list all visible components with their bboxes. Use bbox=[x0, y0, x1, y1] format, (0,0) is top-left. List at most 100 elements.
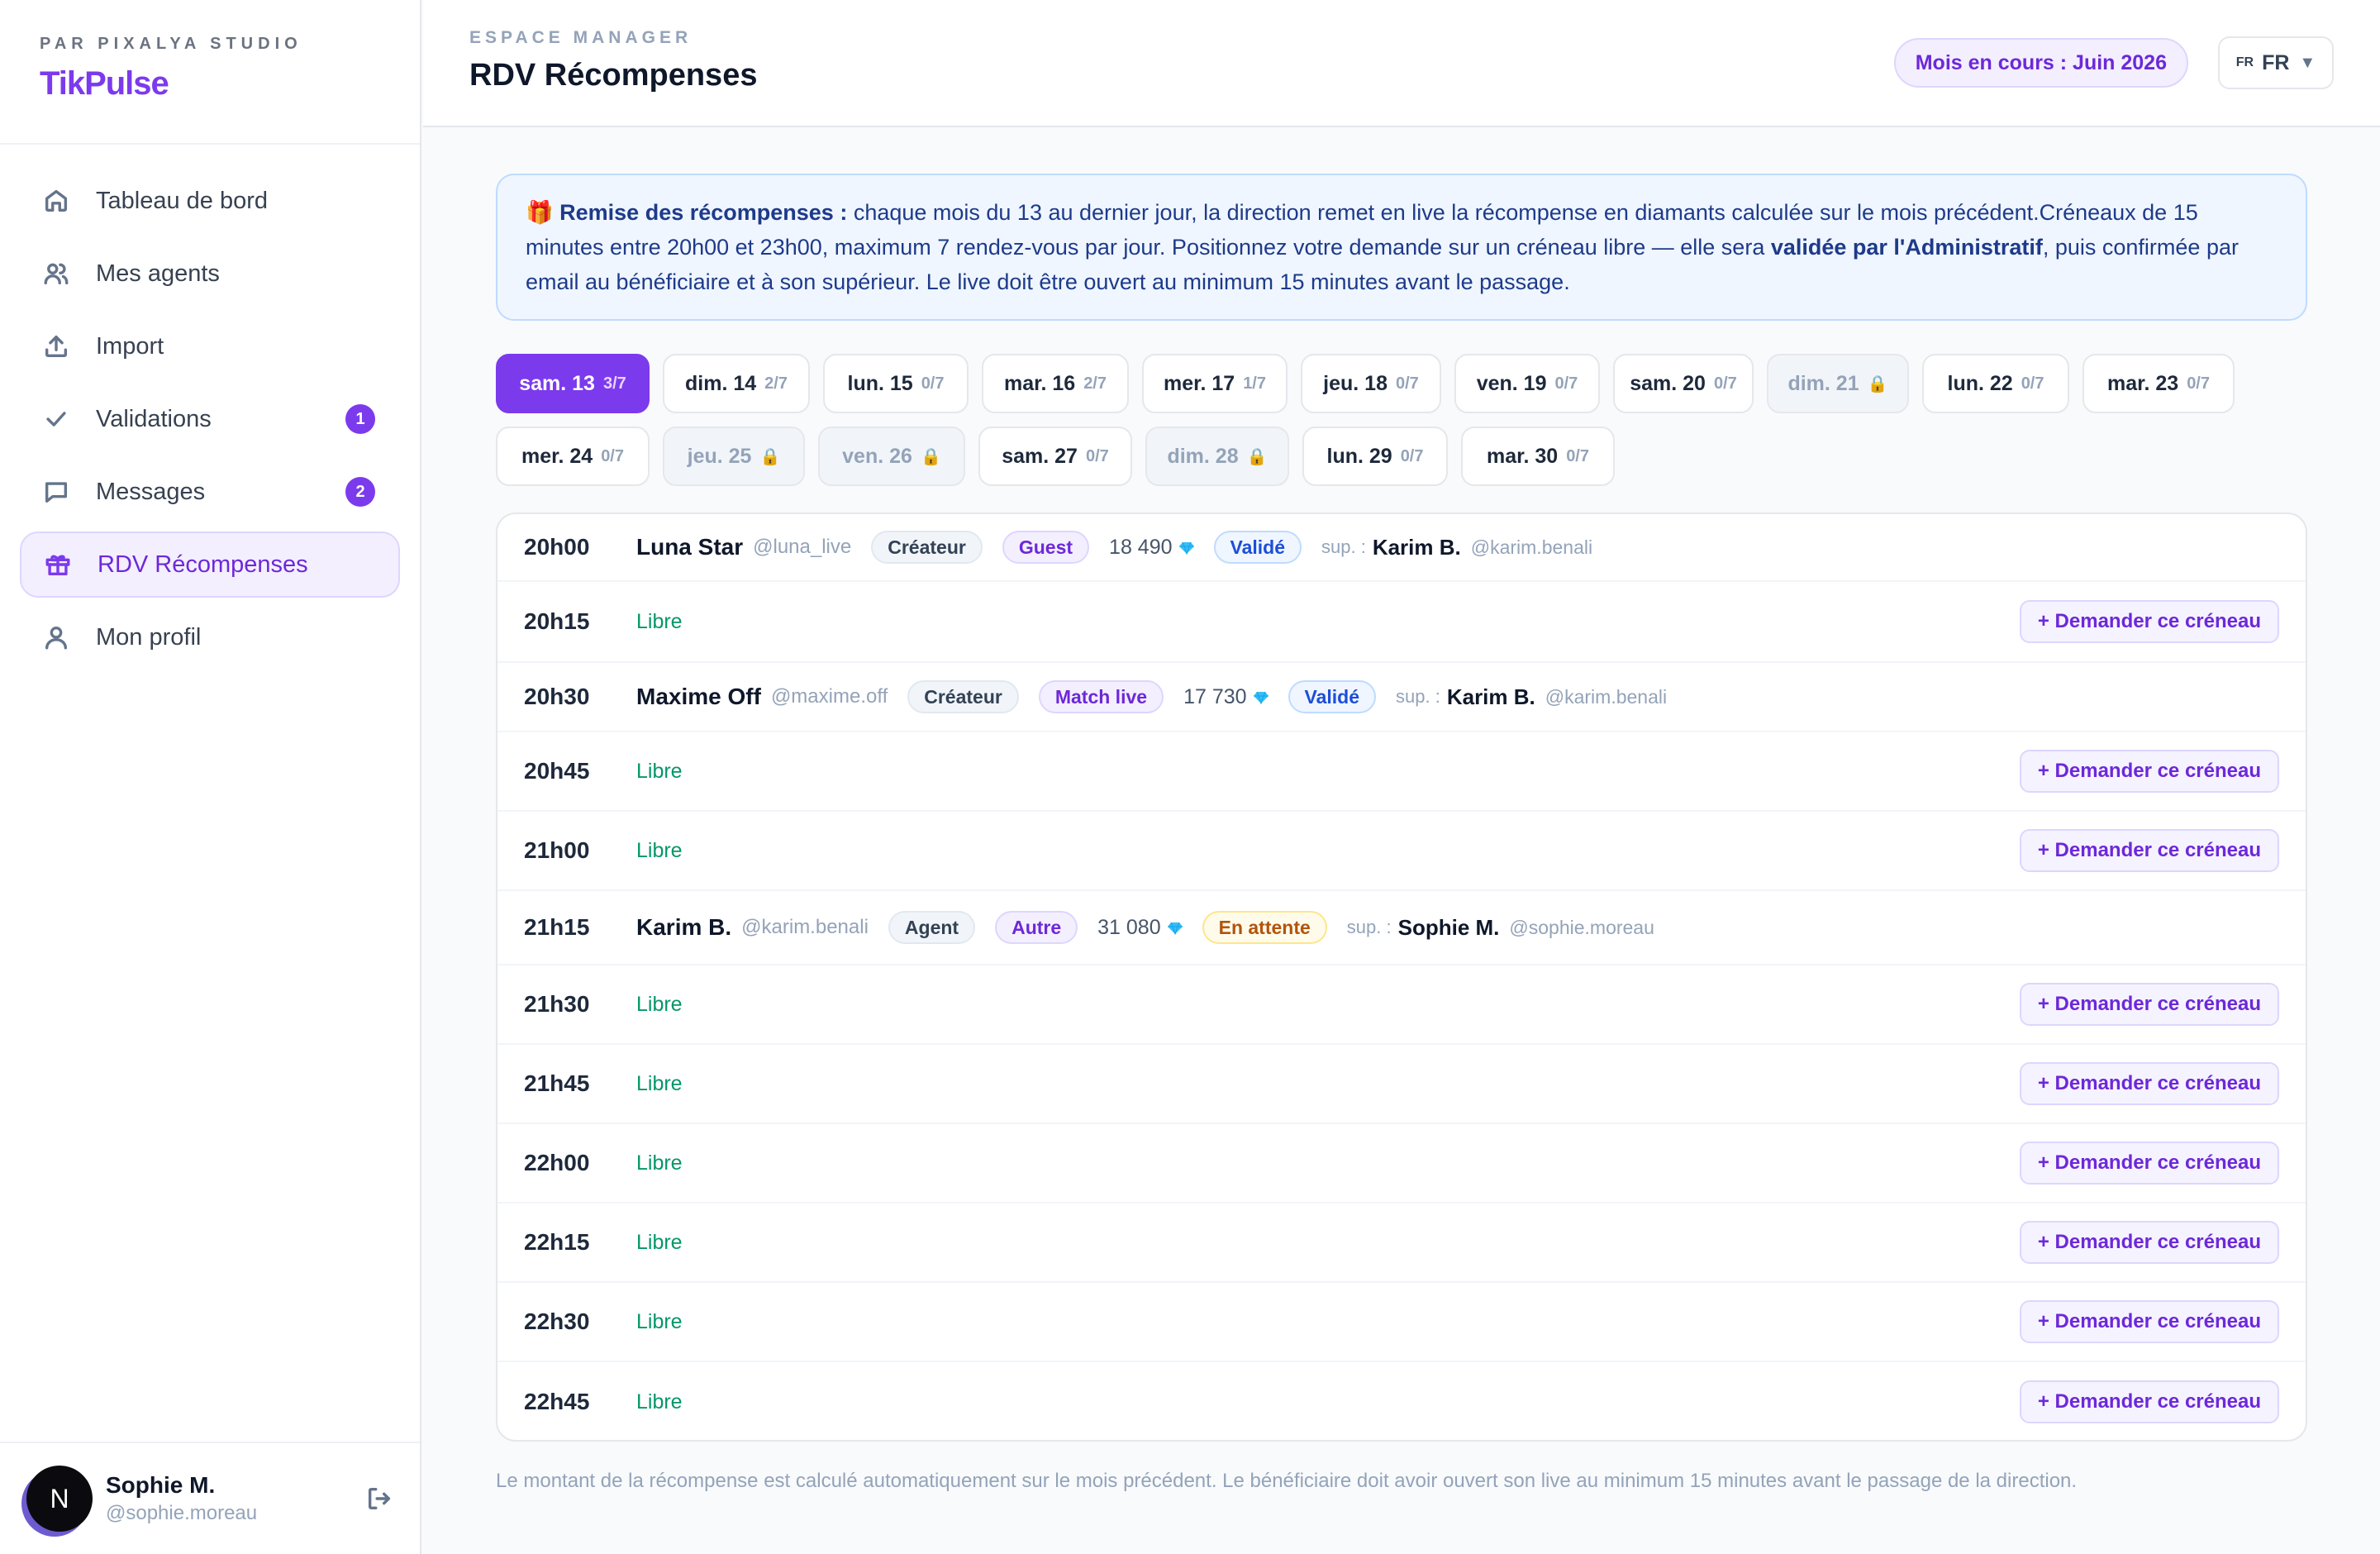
lock-icon: 🔒 bbox=[1246, 447, 1268, 466]
day-count: 0/7 bbox=[1713, 374, 1737, 393]
info-banner: 🎁 Remise des récompenses : chaque mois d… bbox=[496, 174, 2307, 321]
request-slot-button[interactable]: + Demander ce créneau bbox=[2019, 1380, 2279, 1423]
header-eyebrow: ESPACE MANAGER bbox=[469, 28, 693, 47]
day-count: 0/7 bbox=[2187, 374, 2210, 393]
gift-icon: 🎁 bbox=[526, 200, 554, 225]
sidebar: PAR PIXALYA STUDIO TikPulse Tableau de b… bbox=[0, 0, 421, 1554]
day-count: 0/7 bbox=[1085, 446, 1109, 465]
request-slot-button[interactable]: + Demander ce créneau bbox=[2019, 983, 2279, 1026]
slot-row-booked: 21h15 Karim B. @karim.benali Agent Autre 31 0… bbox=[497, 891, 2306, 965]
slot-row-free: 21h45 Libre + Demander ce créneau bbox=[497, 1045, 2306, 1124]
type-badge: Guest bbox=[1002, 531, 1090, 564]
day-chip[interactable]: jeu. 18 0/7 bbox=[1301, 354, 1441, 413]
slot-time: 20h00 bbox=[524, 534, 590, 560]
slot-time: 20h15 bbox=[524, 608, 590, 634]
slot-free-label: Libre bbox=[636, 992, 683, 1016]
slot-row-free: 22h30 Libre + Demander ce créneau bbox=[497, 1283, 2306, 1362]
beneficiary-handle: @karim.benali bbox=[741, 916, 869, 938]
top-header: ESPACE MANAGER RDV Récompenses Mois en c… bbox=[423, 0, 2380, 127]
language-select[interactable]: FR FR ▼ bbox=[2218, 36, 2334, 89]
type-badge: Autre bbox=[995, 911, 1078, 944]
slot-row-free: 21h00 Libre + Demander ce créneau bbox=[497, 812, 2306, 891]
supervisor-name: Sophie M. bbox=[1397, 914, 1500, 940]
lock-icon: 🔒 bbox=[920, 447, 941, 466]
day-chip[interactable]: sam. 20 0/7 bbox=[1613, 354, 1754, 413]
user-name: Sophie M. bbox=[106, 1472, 216, 1498]
day-count: 0/7 bbox=[601, 446, 624, 465]
slot-row-free: 20h15 Libre + Demander ce créneau bbox=[497, 582, 2306, 663]
day-chip: dim. 28 🔒 bbox=[1145, 427, 1289, 486]
day-count: 0/7 bbox=[1396, 374, 1419, 393]
diamond-amount: 18 490 bbox=[1109, 536, 1194, 560]
day-chip[interactable]: lun. 15 0/7 bbox=[823, 354, 969, 413]
slot-time: 21h45 bbox=[524, 1070, 590, 1096]
day-chip[interactable]: mer. 17 1/7 bbox=[1142, 354, 1288, 413]
current-month-badge: Mois en cours : Juin 2026 bbox=[1893, 38, 2188, 88]
slot-row-free: 21h30 Libre + Demander ce créneau bbox=[497, 965, 2306, 1045]
sidebar-item-label: RDV Récompenses bbox=[98, 551, 308, 578]
day-chip[interactable]: mar. 23 0/7 bbox=[2082, 354, 2235, 413]
slot-time: 22h45 bbox=[524, 1389, 590, 1414]
sidebar-item-validations[interactable]: Validations 1 bbox=[20, 386, 400, 452]
language-value: FR bbox=[2262, 50, 2290, 74]
request-slot-button[interactable]: + Demander ce créneau bbox=[2019, 829, 2279, 872]
sidebar-item-label: Mes agents bbox=[96, 260, 220, 287]
slot-free-label: Libre bbox=[636, 1071, 683, 1095]
day-chip[interactable]: mer. 24 0/7 bbox=[496, 427, 650, 486]
day-label: sam. 27 bbox=[1002, 444, 1078, 468]
request-slot-button[interactable]: + Demander ce créneau bbox=[2019, 1300, 2279, 1343]
day-label: dim. 21 bbox=[1787, 371, 1859, 395]
slot-free-label: Libre bbox=[636, 1309, 683, 1333]
role-badge: Agent bbox=[888, 911, 976, 944]
request-slot-button[interactable]: + Demander ce créneau bbox=[2019, 750, 2279, 793]
beneficiary-handle: @luna_live bbox=[753, 536, 852, 558]
flag-icon: FR bbox=[2235, 55, 2254, 69]
slot-free-label: Libre bbox=[636, 1390, 683, 1413]
day-label: jeu. 18 bbox=[1323, 371, 1388, 395]
day-label: ven. 26 bbox=[842, 444, 912, 468]
slot-time: 20h30 bbox=[524, 684, 590, 709]
day-chip[interactable]: mar. 30 0/7 bbox=[1461, 427, 1615, 486]
slot-time: 20h45 bbox=[524, 758, 590, 784]
day-chip[interactable]: sam. 27 0/7 bbox=[978, 427, 1132, 486]
sidebar-item-import[interactable]: Import bbox=[20, 313, 400, 379]
day-chip[interactable]: dim. 14 2/7 bbox=[663, 354, 810, 413]
supervisor-label: sup. : bbox=[1396, 686, 1440, 707]
slot-time: 22h30 bbox=[524, 1309, 590, 1334]
day-label: ven. 19 bbox=[1476, 371, 1547, 395]
day-count: 0/7 bbox=[1566, 446, 1589, 465]
day-chip[interactable]: lun. 29 0/7 bbox=[1302, 427, 1448, 486]
request-slot-button[interactable]: + Demander ce créneau bbox=[2019, 1221, 2279, 1264]
day-chip[interactable]: ven. 19 0/7 bbox=[1454, 354, 1600, 413]
slot-row-free: 22h45 Libre + Demander ce créneau bbox=[497, 1362, 2306, 1440]
day-count: 2/7 bbox=[764, 374, 788, 393]
avatar[interactable]: N bbox=[26, 1466, 93, 1532]
supervisor-label: sup. : bbox=[1321, 536, 1366, 557]
sidebar-item-tableau-de-bord[interactable]: Tableau de bord bbox=[20, 168, 400, 234]
day-chip: dim. 21 🔒 bbox=[1767, 354, 1909, 413]
slot-free-label: Libre bbox=[636, 1230, 683, 1254]
check-icon bbox=[41, 404, 71, 434]
sidebar-nav: Tableau de bord Mes agents Import Validatio… bbox=[0, 145, 420, 700]
day-label: mar. 23 bbox=[2107, 371, 2179, 395]
request-slot-button[interactable]: + Demander ce créneau bbox=[2019, 1142, 2279, 1185]
logout-icon[interactable] bbox=[365, 1485, 395, 1514]
user-handle: @sophie.moreau bbox=[106, 1502, 258, 1524]
request-slot-button[interactable]: + Demander ce créneau bbox=[2019, 1062, 2279, 1105]
sidebar-item-messages[interactable]: Messages 2 bbox=[20, 459, 400, 525]
day-chip[interactable]: lun. 22 0/7 bbox=[1922, 354, 2069, 413]
request-slot-button[interactable]: + Demander ce créneau bbox=[2019, 600, 2279, 643]
day-chip: ven. 26 🔒 bbox=[818, 427, 965, 486]
sidebar-item-mes-agents[interactable]: Mes agents bbox=[20, 241, 400, 307]
app-logo[interactable]: TikPulse bbox=[40, 65, 380, 102]
day-chip[interactable]: mar. 16 2/7 bbox=[982, 354, 1129, 413]
home-icon bbox=[41, 186, 71, 216]
slot-time: 21h30 bbox=[524, 991, 590, 1017]
sidebar-item-mon-profil[interactable]: Mon profil bbox=[20, 604, 400, 670]
users-icon bbox=[41, 259, 71, 288]
sidebar-item-rdv-recompenses[interactable]: RDV Récompenses bbox=[20, 532, 400, 598]
brand-studio: PAR PIXALYA STUDIO bbox=[40, 35, 302, 53]
slot-row-free: 22h15 Libre + Demander ce créneau bbox=[497, 1204, 2306, 1283]
day-chip[interactable]: sam. 13 3/7 bbox=[496, 354, 650, 413]
lock-icon: 🔒 bbox=[1867, 374, 1888, 393]
